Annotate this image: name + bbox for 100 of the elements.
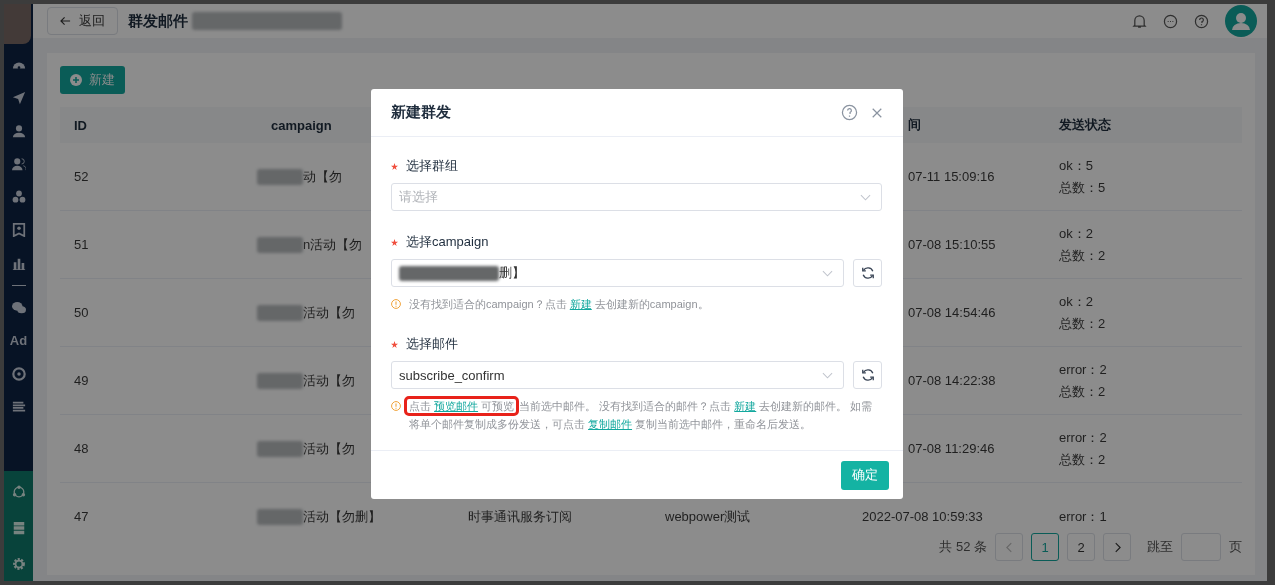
page-label: 页 <box>1229 538 1242 556</box>
dialog-title: 新建群发 <box>391 103 452 122</box>
logo-icon <box>4 4 31 44</box>
table-cell: ok：5 <box>1059 156 1093 175</box>
table-cell: error：1 <box>1059 507 1107 526</box>
new-button[interactable]: 新建 <box>60 66 125 94</box>
field-label: 选择campaign <box>406 233 489 251</box>
table-cell: ok：2 <box>1059 224 1093 243</box>
network-icon[interactable] <box>11 485 26 499</box>
table-cell: 07-08 14:22:38 <box>908 373 996 388</box>
ad-label[interactable]: Ad <box>9 334 28 348</box>
chevron-down-icon <box>860 193 871 201</box>
table-cell: webpower测试 <box>665 507 751 526</box>
table-cell: 活动【勿 <box>303 371 355 390</box>
chevron-down-icon <box>822 371 833 379</box>
total-count: 共 52 条 <box>939 538 987 556</box>
refresh-icon <box>860 266 875 280</box>
redaction-block <box>257 304 303 321</box>
settings-icon[interactable] <box>11 557 26 571</box>
warning-icon <box>391 401 401 411</box>
table-cell: 时事通讯服务订阅 <box>468 507 572 526</box>
table-cell: error：2 <box>1059 428 1107 447</box>
cluster-icon[interactable] <box>11 190 26 204</box>
column-header: campaign <box>270 117 333 133</box>
field-label: 选择邮件 <box>406 335 458 353</box>
avatar-icon[interactable] <box>1225 5 1257 37</box>
table-cell: 07-08 15:10:55 <box>908 237 996 252</box>
back-button[interactable]: 返回 <box>47 7 118 35</box>
warning-icon <box>391 299 401 309</box>
table-cell: 总数：2 <box>1059 314 1106 333</box>
select-field[interactable]: 删】 <box>391 259 844 287</box>
refresh-icon <box>860 368 875 382</box>
redaction-block <box>257 236 303 253</box>
hint-text: 没有找到适合的campaign？点击 新建 去创建新的campaign。 <box>409 297 709 312</box>
table-cell: ok：2 <box>1059 292 1093 311</box>
chevron-right-icon <box>1113 541 1121 553</box>
table-cell: 动【勿 <box>303 167 342 186</box>
column-header: 发送状态 <box>1058 116 1112 134</box>
table-cell: error：2 <box>1059 360 1107 379</box>
column-header: ID <box>73 117 88 133</box>
table-cell: 总数：2 <box>1059 450 1106 469</box>
link[interactable]: 复制邮件 <box>588 418 633 430</box>
plus-icon <box>70 74 82 86</box>
select-placeholder: 请选择 <box>399 188 439 206</box>
chat-icon[interactable] <box>1163 13 1178 29</box>
user-icon[interactable] <box>11 124 26 138</box>
table-cell: 48 <box>74 441 89 456</box>
refresh-button[interactable] <box>853 361 882 389</box>
next-page-button[interactable] <box>1103 533 1131 561</box>
close-icon[interactable] <box>871 106 883 119</box>
table-cell: 07-08 11:29:46 <box>908 441 995 456</box>
help-icon[interactable] <box>841 104 858 121</box>
redaction-block <box>257 508 303 525</box>
chevron-left-icon <box>1005 541 1013 553</box>
table-cell: 活动【勿 <box>303 303 355 322</box>
table-cell: 49 <box>74 373 89 388</box>
column-header: 间 <box>908 116 921 134</box>
table-cell: 07-08 14:54:46 <box>908 305 996 320</box>
page-title: 群发邮件 <box>128 11 188 31</box>
select-field[interactable]: 请选择 <box>391 183 882 211</box>
redaction-block <box>257 440 303 457</box>
link[interactable]: 新建 <box>569 298 592 310</box>
table-cell: 总数：2 <box>1059 382 1106 401</box>
redaction-block <box>257 372 303 389</box>
table-cell: 50 <box>74 305 89 320</box>
select-value: subscribe_confirm <box>399 367 506 383</box>
jump-label: 跳至 <box>1147 538 1173 556</box>
help-icon[interactable] <box>1194 13 1209 29</box>
chat-bubbles-icon[interactable] <box>11 301 26 315</box>
target-icon[interactable] <box>11 367 26 381</box>
table-cell: 2022-07-08 10:59:33 <box>862 509 983 524</box>
page-button[interactable]: 2 <box>1067 533 1095 561</box>
highlight-box: 点击 预览邮件 可预览 <box>404 396 520 416</box>
table-cell: 47 <box>74 509 89 524</box>
field-label: 选择群组 <box>406 157 458 175</box>
send-icon[interactable] <box>11 91 26 105</box>
table-cell: 活动【勿 <box>303 439 355 458</box>
chevron-down-icon <box>822 269 833 277</box>
bookmark-icon[interactable] <box>11 223 26 237</box>
server-icon[interactable] <box>11 521 26 535</box>
table-cell: 总数：2 <box>1059 246 1106 265</box>
table-cell: n活动【勿 <box>303 235 363 254</box>
arrow-left-icon <box>60 16 71 26</box>
table-cell: 52 <box>74 169 89 184</box>
confirm-button[interactable]: 确定 <box>841 460 889 490</box>
bell-icon[interactable] <box>1132 13 1147 29</box>
select-value: 删】 <box>499 264 526 282</box>
bar-chart-icon[interactable] <box>11 256 26 270</box>
users-icon[interactable] <box>11 157 26 171</box>
page-button[interactable]: 1 <box>1031 533 1059 561</box>
table-cell: 总数：5 <box>1059 178 1106 197</box>
list-icon[interactable] <box>11 400 26 414</box>
link[interactable]: 新建 <box>734 400 757 412</box>
refresh-button[interactable] <box>853 259 882 287</box>
redaction-block <box>257 168 303 185</box>
table-cell: 07-11 15:09:16 <box>908 169 995 184</box>
select-field[interactable]: subscribe_confirm <box>391 361 844 389</box>
table-cell: 51 <box>74 237 89 252</box>
link[interactable]: 预览邮件 <box>434 400 479 412</box>
table-cell: 活动【勿删】 <box>303 507 381 526</box>
